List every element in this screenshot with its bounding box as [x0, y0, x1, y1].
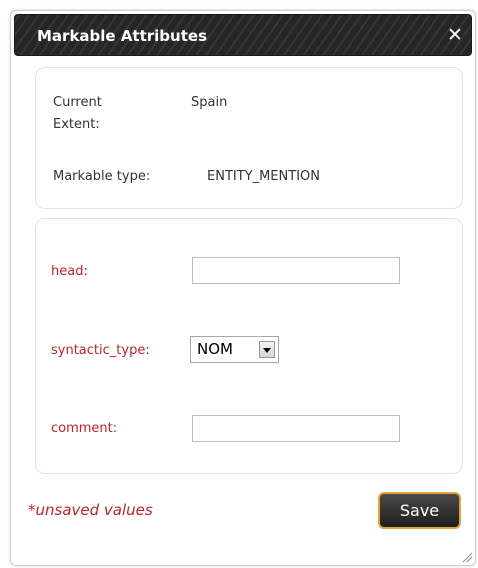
markable-type-label: Markable type: [53, 169, 151, 184]
head-label: head: [51, 264, 88, 279]
markable-type-value: ENTITY_MENTION [207, 169, 320, 184]
attributes-form-panel: head: syntactic_type: NOM comment: [35, 218, 463, 474]
head-input[interactable] [192, 257, 400, 284]
chevron-down-icon[interactable] [259, 341, 275, 358]
comment-input[interactable] [192, 415, 400, 442]
close-icon[interactable]: ✕ [445, 24, 465, 46]
markable-attributes-dialog: Markable Attributes ✕ Current Extent: Sp… [10, 10, 476, 566]
dialog-titlebar[interactable]: Markable Attributes ✕ [14, 14, 472, 56]
current-extent-value: Spain [191, 95, 228, 110]
current-extent-label: Current Extent: [53, 95, 102, 132]
syntactic-type-label: syntactic_type: [51, 343, 150, 358]
syntactic-type-select[interactable]: NOM [190, 336, 279, 363]
syntactic-type-selected-value: NOM [197, 340, 233, 358]
comment-label: comment: [51, 421, 118, 436]
save-button[interactable]: Save [378, 492, 461, 529]
info-panel: Current Extent: Spain Markable type: ENT… [35, 67, 463, 209]
unsaved-values-notice: *unsaved values [28, 501, 153, 519]
resize-grip-icon[interactable] [461, 551, 473, 563]
dialog-title: Markable Attributes [37, 27, 207, 45]
